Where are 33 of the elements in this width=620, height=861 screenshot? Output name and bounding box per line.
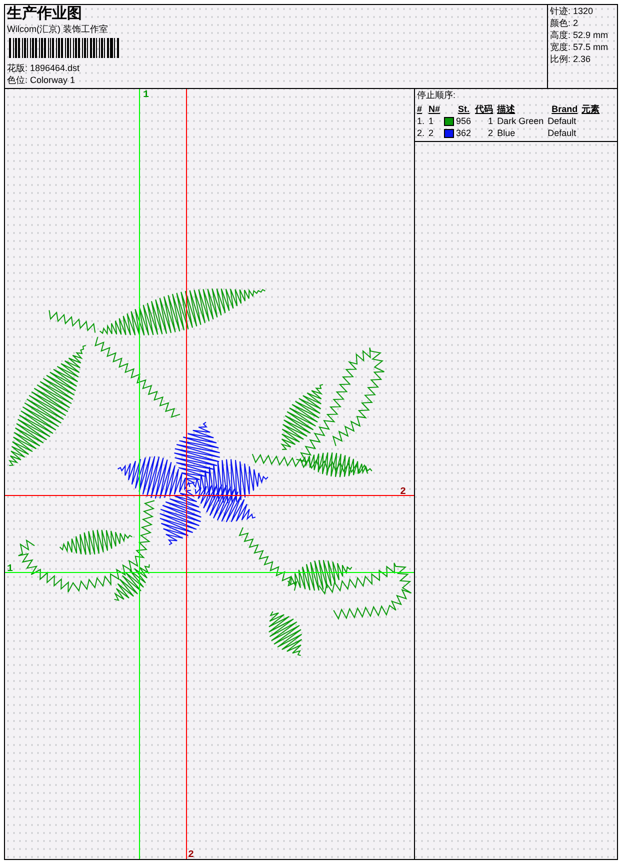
table-cell: 2. [417, 126, 429, 138]
design-file: 花版: 1896464.dst [7, 62, 80, 74]
column-header: # [417, 102, 429, 114]
stat-text: 颜色: 2 [550, 17, 578, 29]
table-cell: 1 [428, 114, 444, 126]
sheet-title: 生产作业图 [7, 5, 82, 23]
table-cell-text: Default [548, 114, 578, 126]
column-header: Brand [548, 102, 582, 114]
table-cell-text: 1. [417, 114, 426, 126]
column-header: 代码 [475, 102, 498, 114]
studio-name: Wilcom(汇京) 装饰工作室 [7, 23, 108, 35]
stop-sequence-title: 停止顺序: [417, 89, 456, 101]
stat-text: 宽度: 57.5 mm [550, 41, 608, 53]
stat-text: 高度: 52.9 mm [550, 29, 608, 41]
guide-label: 1 [143, 90, 150, 101]
table-cell-text: Blue [497, 126, 516, 138]
table-cell-text: Default [548, 126, 578, 138]
guide-label: 1 [7, 564, 14, 575]
guide-label: 2 [400, 487, 406, 498]
column-header: N# [428, 102, 442, 114]
table-cell-text: Dark Green [497, 114, 545, 126]
column-header: St. [444, 102, 476, 114]
column-header: 元素 [582, 102, 601, 114]
table-cell: 362 [456, 128, 472, 138]
table-cell-text: 1 [487, 114, 494, 126]
guide-label: 2 [188, 850, 194, 859]
colorway: 色位: Colorway 1 [7, 74, 76, 86]
stat-text: 比例: 2.36 [550, 53, 591, 65]
table-cell: 2 [428, 126, 444, 138]
table-cell-text: 2 [487, 126, 494, 138]
stat-text: 针迹: 1320 [550, 5, 594, 17]
column-header: 描述 [497, 102, 516, 114]
table-cell: 956 [456, 116, 472, 126]
